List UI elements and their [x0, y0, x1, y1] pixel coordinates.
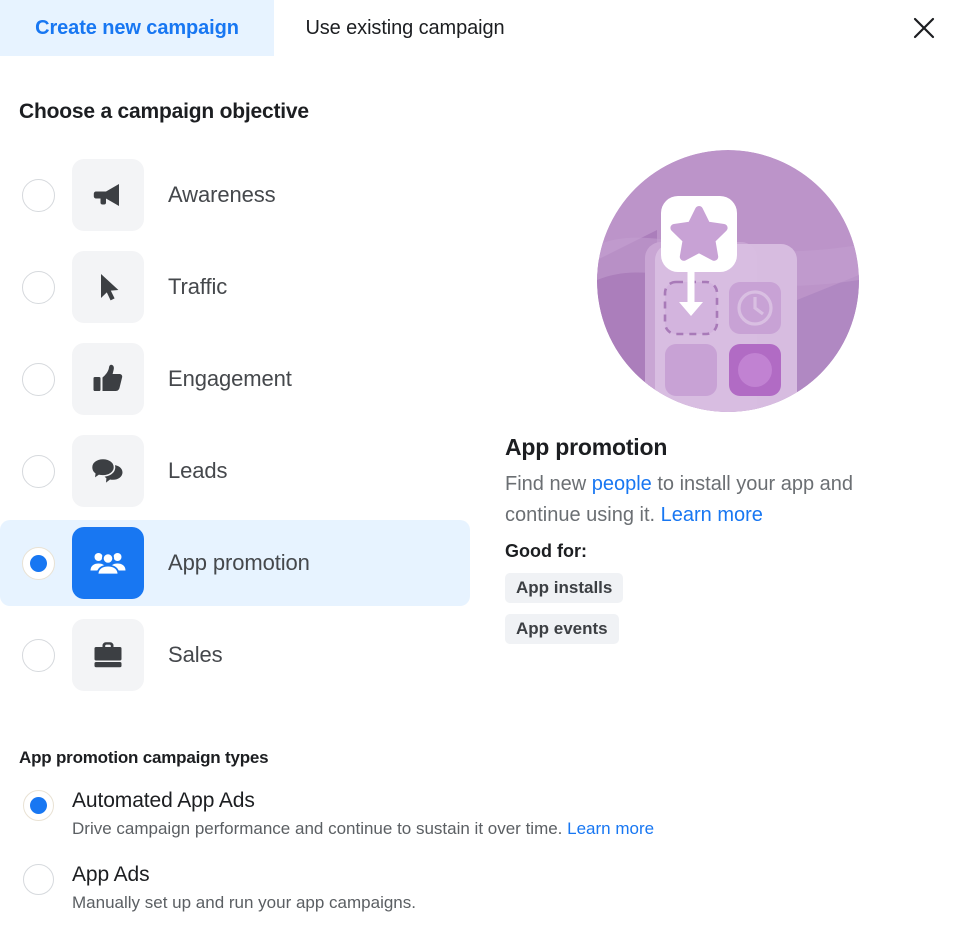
campaign-type-sub-text-app-ads: Manually set up and run your app campaig… [72, 893, 416, 912]
pill-app-events: App events [505, 614, 619, 644]
tab-create-new-campaign-label: Create new campaign [35, 16, 239, 39]
app-install-illustration [597, 150, 859, 412]
campaign-type-texts-app-ads: App Ads Manually set up and run your app… [72, 862, 416, 914]
radio-sales[interactable] [22, 638, 55, 672]
chat-bubbles-icon [90, 457, 123, 483]
objective-section-heading: Choose a campaign objective [19, 100, 309, 123]
close-icon [913, 17, 935, 39]
people-icon-tile [72, 527, 144, 599]
campaign-type-title-app-ads: App Ads [72, 863, 150, 886]
objective-label-awareness: Awareness [168, 182, 276, 207]
close-button[interactable] [906, 10, 942, 46]
pill-app-installs: App installs [505, 573, 624, 603]
objective-label-app-promotion: App promotion [168, 550, 310, 575]
briefcase-icon-tile [72, 619, 144, 691]
pill-row-app-installs: App installs [505, 562, 945, 603]
objective-row-awareness[interactable]: Awareness [0, 152, 470, 238]
radio-awareness[interactable] [22, 178, 55, 212]
good-for-label: Good for: [505, 541, 587, 561]
radio-app-ads[interactable] [23, 864, 54, 895]
megaphone-icon [93, 184, 119, 206]
people-link[interactable]: people [592, 473, 652, 495]
tab-create-new-campaign[interactable]: Create new campaign [0, 0, 274, 56]
megaphone-icon-tile [72, 159, 144, 231]
objective-row-sales[interactable]: Sales [0, 612, 470, 698]
objective-label-traffic: Traffic [168, 274, 228, 299]
radio-leads[interactable] [22, 454, 55, 488]
briefcase-icon [94, 642, 122, 668]
types-section-heading: App promotion campaign types [19, 748, 269, 767]
objective-row-app-promotion[interactable]: App promotion [0, 520, 470, 606]
tab-use-existing-campaign-label: Use existing campaign [305, 16, 505, 39]
people-icon [90, 552, 126, 576]
learn-more-link[interactable]: Learn more [661, 504, 763, 526]
campaign-type-row-automated-app-ads[interactable]: Automated App Ads Drive campaign perform… [0, 788, 900, 840]
objective-list: Awareness Traffic Engagement Leads App p… [0, 152, 480, 704]
campaign-type-sub-app-ads: Manually set up and run your app campaig… [72, 892, 416, 914]
objective-label-leads: Leads [168, 458, 228, 483]
objective-row-engagement[interactable]: Engagement [0, 336, 470, 422]
radio-automated-app-ads[interactable] [23, 790, 54, 821]
objective-row-leads[interactable]: Leads [0, 428, 470, 514]
radio-traffic[interactable] [22, 270, 55, 304]
campaign-type-sub-text-automated: Drive campaign performance and continue … [72, 819, 568, 838]
objective-label-engagement: Engagement [168, 366, 292, 391]
cursor-icon [101, 274, 119, 301]
learn-more-link-automated[interactable]: Learn more [567, 819, 654, 838]
objective-label-sales: Sales [168, 642, 223, 667]
detail-title: App promotion [505, 434, 668, 460]
tab-use-existing-campaign[interactable]: Use existing campaign [274, 0, 536, 56]
app-install-illustration-svg [597, 150, 859, 412]
cursor-icon-tile [72, 251, 144, 323]
pill-row-app-events: App events [505, 603, 945, 644]
thumbs-up-icon-tile [72, 343, 144, 415]
objective-detail-panel: App promotion Find new people to install… [505, 150, 945, 644]
thumbs-up-icon [93, 364, 123, 391]
campaign-type-title-automated: Automated App Ads [72, 789, 255, 812]
radio-engagement[interactable] [22, 362, 55, 396]
radio-app-promotion[interactable] [22, 546, 55, 580]
campaign-types-list: Automated App Ads Drive campaign perform… [0, 788, 900, 936]
chat-bubbles-icon-tile [72, 435, 144, 507]
tab-bar: Create new campaign Use existing campaig… [0, 0, 960, 56]
campaign-type-sub-automated: Drive campaign performance and continue … [72, 818, 654, 840]
detail-description: Find new people to install your app and … [505, 469, 915, 531]
objective-row-traffic[interactable]: Traffic [0, 244, 470, 330]
campaign-type-texts-automated: Automated App Ads Drive campaign perform… [72, 788, 654, 840]
campaign-type-row-app-ads[interactable]: App Ads Manually set up and run your app… [0, 862, 900, 914]
detail-desc-part1: Find new [505, 473, 592, 495]
